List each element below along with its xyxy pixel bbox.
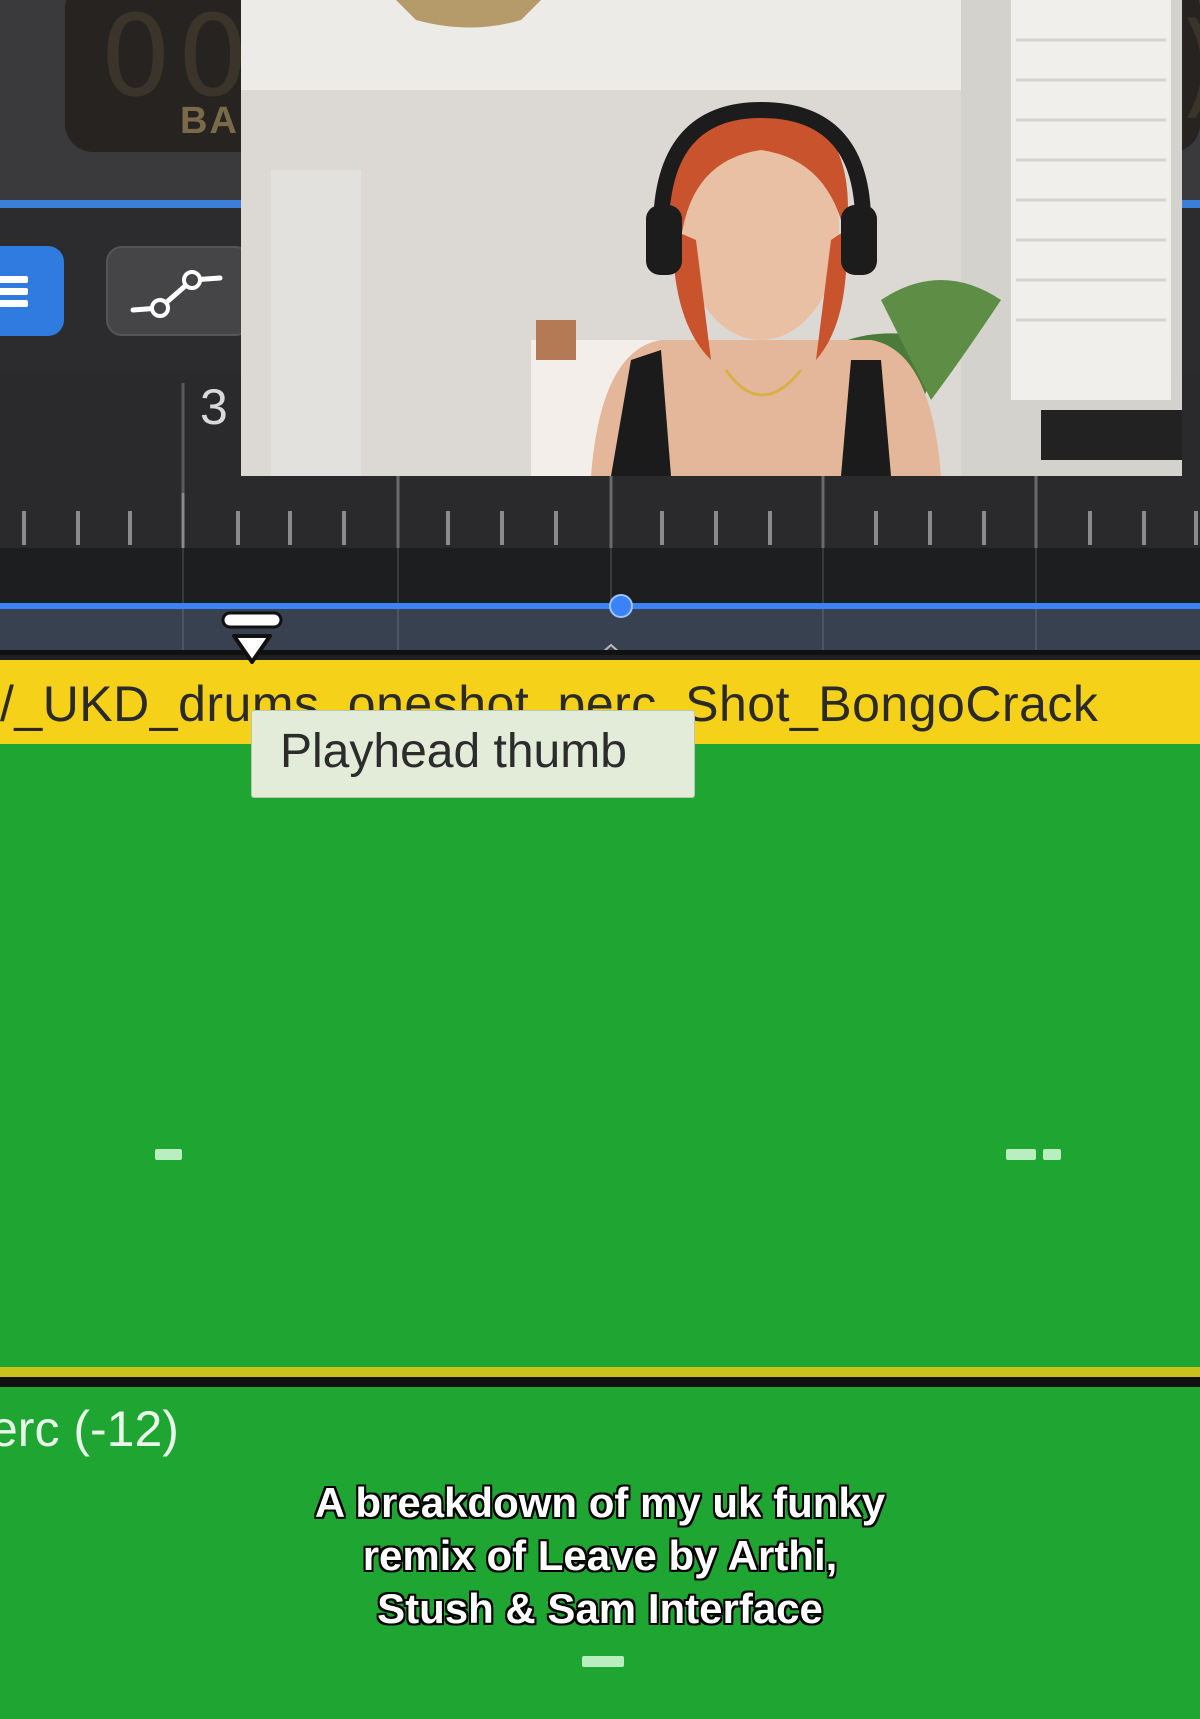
list-icon	[0, 276, 28, 307]
automation-line[interactable]	[0, 603, 1200, 609]
waveform-segment	[1006, 1149, 1036, 1160]
video-caption: A breakdown of my uk funky remix of Leav…	[220, 1476, 980, 1635]
waveform-segment	[155, 1149, 182, 1160]
lcd-label: BA	[180, 100, 239, 142]
lane-divider	[0, 650, 1200, 655]
bar-number: 3	[200, 379, 228, 435]
playhead-thumb-icon[interactable]	[221, 610, 283, 666]
caption-line: remix of Leave by Arthi,	[362, 1532, 838, 1579]
tooltip-text: Playhead thumb	[280, 725, 627, 778]
webcam-overlay	[241, 0, 1182, 476]
caption-line: Stush & Sam Interface	[377, 1585, 823, 1632]
automation-curve-icon	[130, 270, 223, 318]
region-2-name: erc (-12)	[0, 1401, 179, 1457]
region-edge	[0, 1367, 1200, 1377]
automation-button[interactable]	[106, 246, 251, 336]
caption-line: A breakdown of my uk funky	[314, 1479, 886, 1526]
audio-region[interactable]	[0, 744, 1200, 1369]
track-divider	[0, 1377, 1200, 1387]
list-view-button[interactable]	[0, 246, 64, 336]
automation-lane-grid	[182, 609, 1037, 655]
waveform-segment	[582, 1656, 624, 1667]
automation-point[interactable]	[609, 594, 633, 618]
webcam-video	[241, 0, 1182, 476]
cycle-grid	[182, 548, 1037, 606]
waveform-segment	[1043, 1149, 1061, 1160]
cycle-area[interactable]	[0, 548, 1200, 606]
automation-lane[interactable]	[0, 609, 1200, 655]
